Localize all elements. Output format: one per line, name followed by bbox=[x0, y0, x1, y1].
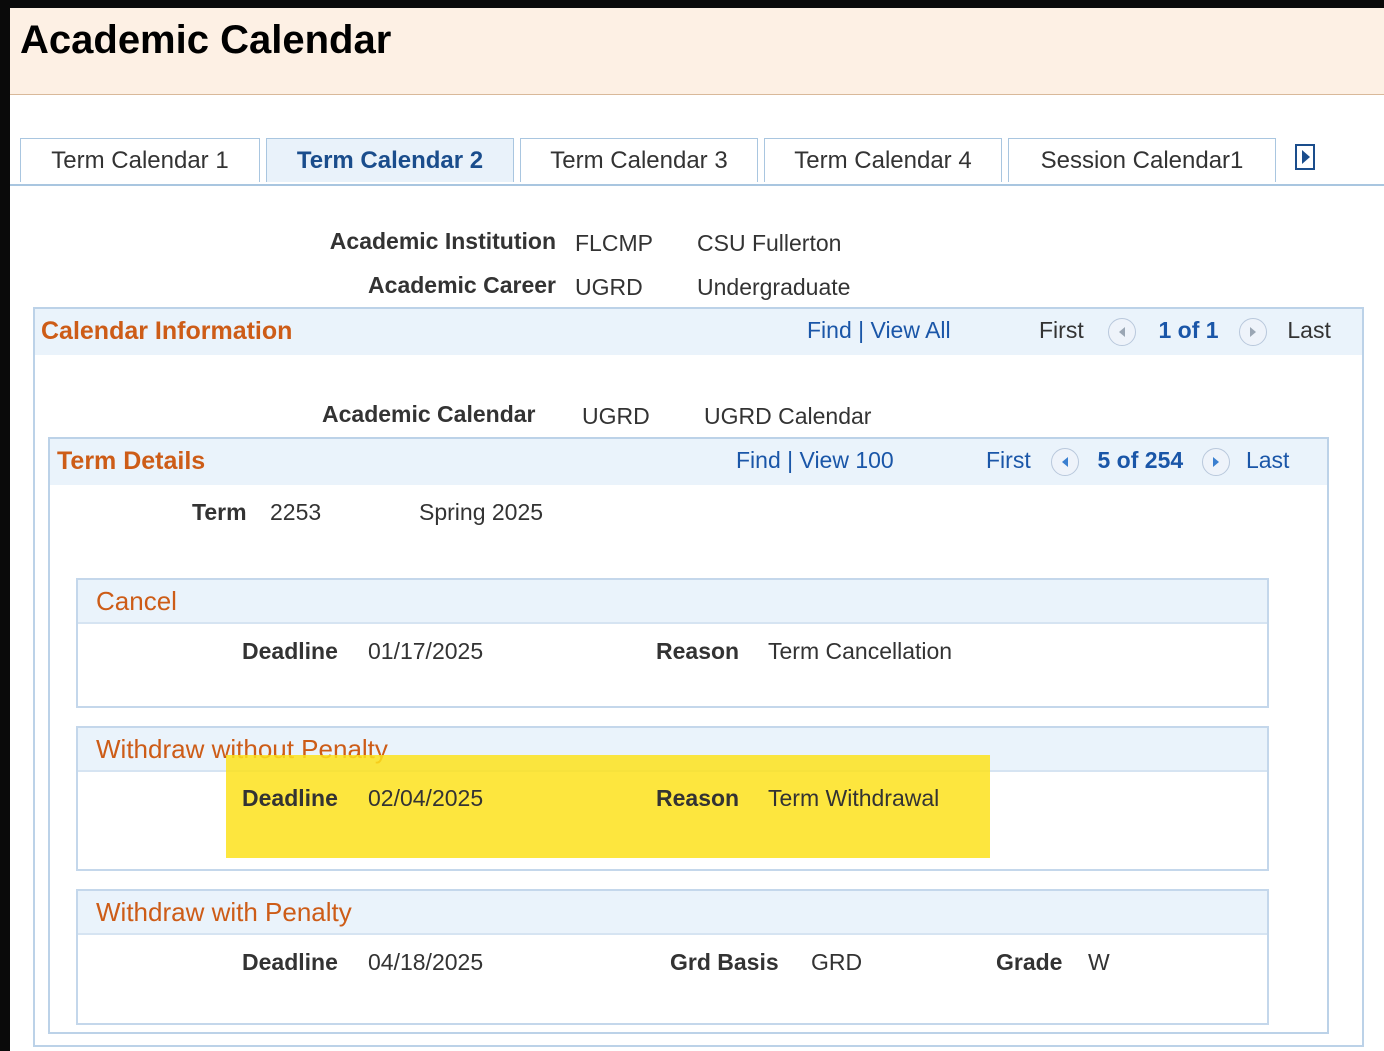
page-header: Academic Calendar bbox=[10, 8, 1384, 95]
next-arrow-icon[interactable] bbox=[1238, 317, 1267, 346]
last-label: Last bbox=[1287, 317, 1331, 343]
withdraw-without-penalty-deadline-value: 02/04/2025 bbox=[368, 785, 484, 811]
term-details-nav: Find | View 100 bbox=[736, 447, 894, 473]
withdraw-with-penalty-deadline-label: Deadline bbox=[242, 949, 338, 975]
previous-arrow-icon[interactable] bbox=[1108, 317, 1137, 346]
withdraw-without-penalty-reason-value: Term Withdrawal bbox=[768, 785, 940, 811]
withdraw-without-penalty-deadline-label: Deadline bbox=[242, 785, 338, 811]
cancel-section-title: Cancel bbox=[96, 586, 177, 616]
find-link[interactable]: Find bbox=[807, 317, 852, 343]
last-link[interactable]: Last bbox=[1246, 447, 1289, 473]
academic-career-label: Academic Career bbox=[368, 272, 556, 298]
view-all-link[interactable]: View All bbox=[871, 317, 951, 343]
calendar-information-nav: Find | View All bbox=[807, 317, 951, 343]
tab-bar: Term Calendar 1 Term Calendar 2 Term Cal… bbox=[10, 138, 1384, 186]
first-link[interactable]: First bbox=[986, 447, 1031, 473]
academic-institution-name: CSU Fullerton bbox=[697, 230, 842, 256]
view-100-link[interactable]: View 100 bbox=[800, 447, 894, 473]
tab-term-calendar-4[interactable]: Term Calendar 4 bbox=[764, 138, 1002, 182]
cancel-reason-label: Reason bbox=[656, 638, 740, 664]
arrow-right-icon bbox=[1295, 144, 1315, 170]
cancel-deadline-label: Deadline bbox=[242, 638, 338, 664]
previous-arrow-icon[interactable] bbox=[1051, 447, 1080, 476]
page-frame: Academic Calendar Term Calendar 1 Term C… bbox=[10, 8, 1384, 1051]
page-count: 5 of 254 bbox=[1097, 447, 1184, 473]
academic-calendar-name: UGRD Calendar bbox=[704, 403, 872, 429]
term-name: Spring 2025 bbox=[419, 499, 544, 525]
grd-basis-value: GRD bbox=[811, 949, 863, 975]
academic-institution-label: Academic Institution bbox=[329, 228, 556, 254]
page-title: Academic Calendar bbox=[20, 18, 392, 62]
academic-career-code: UGRD bbox=[575, 274, 643, 300]
academic-career-name: Undergraduate bbox=[697, 274, 851, 300]
cancel-deadline-value: 01/17/2025 bbox=[368, 638, 484, 664]
grade-label: Grade bbox=[996, 949, 1063, 975]
tab-term-calendar-3[interactable]: Term Calendar 3 bbox=[520, 138, 758, 182]
cancel-reason-value: Term Cancellation bbox=[768, 638, 953, 664]
withdraw-with-penalty-section: Withdraw with Penalty Deadline 04/18/202… bbox=[76, 889, 1269, 1025]
term-code: 2253 bbox=[270, 499, 322, 525]
next-arrow-icon[interactable] bbox=[1201, 447, 1230, 476]
term-details-pager: First 5 of 254 Last bbox=[986, 447, 1289, 476]
tab-term-calendar-1[interactable]: Term Calendar 1 bbox=[20, 138, 260, 182]
find-link[interactable]: Find bbox=[736, 447, 781, 473]
academic-institution-code: FLCMP bbox=[575, 230, 653, 256]
cancel-section-header bbox=[78, 580, 1267, 624]
withdraw-with-penalty-deadline-value: 04/18/2025 bbox=[368, 949, 484, 975]
tabs-next-button[interactable] bbox=[1292, 142, 1320, 172]
academic-calendar-code: UGRD bbox=[582, 403, 650, 429]
grade-value: W bbox=[1088, 949, 1110, 975]
academic-calendar-label: Academic Calendar bbox=[322, 401, 536, 427]
calendar-information-pager: First 1 of 1 Last bbox=[1039, 317, 1331, 346]
tab-term-calendar-2[interactable]: Term Calendar 2 bbox=[266, 138, 514, 182]
term-label: Term bbox=[192, 499, 247, 525]
cancel-section: Cancel Deadline 01/17/2025 Reason Term C… bbox=[76, 578, 1269, 708]
withdraw-with-penalty-title: Withdraw with Penalty bbox=[96, 897, 352, 927]
withdraw-without-penalty-reason-label: Reason bbox=[656, 785, 740, 811]
first-label: First bbox=[1039, 317, 1084, 343]
page-count: 1 of 1 bbox=[1158, 317, 1219, 343]
grd-basis-label: Grd Basis bbox=[670, 949, 779, 975]
term-details-title: Term Details bbox=[57, 447, 206, 475]
tab-session-calendar-1[interactable]: Session Calendar1 bbox=[1008, 138, 1276, 182]
calendar-information-title: Calendar Information bbox=[41, 317, 293, 345]
